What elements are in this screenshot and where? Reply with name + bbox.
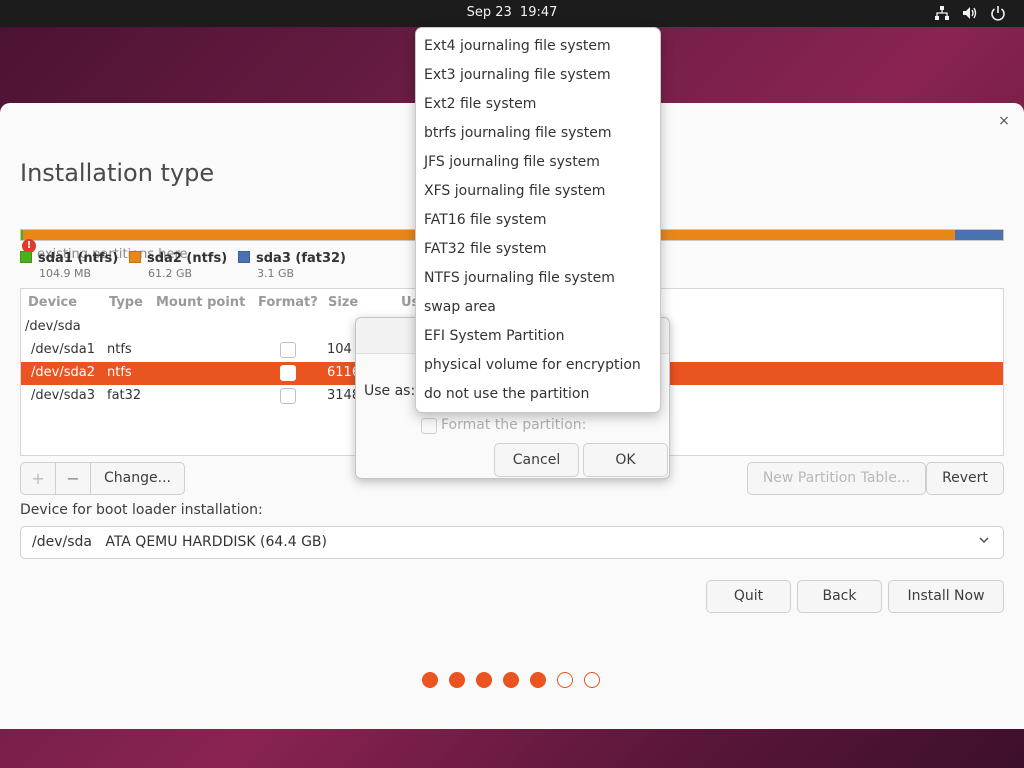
change-button[interactable]: Change... [90,462,185,495]
cell-device: /dev/sda1 [31,342,95,357]
cell-device: /dev/sda2 [31,365,95,380]
format-partition-checkbox[interactable] [421,418,437,434]
cell-size: 104 [327,342,352,357]
power-icon[interactable] [990,5,1006,21]
close-icon[interactable]: × [996,113,1012,129]
cell-type: fat32 [107,388,142,403]
menu-item-do-not-use[interactable]: do not use the partition [416,380,660,409]
revert-button[interactable]: Revert [926,462,1004,495]
menu-item-ntfs[interactable]: NTFS journaling file system [416,264,660,293]
new-partition-table-button[interactable]: New Partition Table... [747,462,926,495]
format-checkbox[interactable] [280,365,296,381]
format-checkbox[interactable] [280,388,296,404]
column-header-format[interactable]: Format? [258,295,318,310]
chevron-down-icon [979,537,989,544]
legend-size: 61.2 GB [148,267,193,280]
menu-item-ext4[interactable]: Ext4 journaling file system [416,32,660,61]
bootloader-label: Device for boot loader installation: [20,502,263,518]
progress-dot-pending [584,672,600,688]
legend-size: 104.9 MB [39,267,92,280]
progress-dot-complete [449,672,465,688]
legend-item-sda2: sda2 (ntfs) 61.2 GB [129,250,228,280]
progress-dot-complete [422,672,438,688]
remove-partition-button[interactable]: − [55,462,91,495]
use-as-dropdown-menu: Ext4 journaling file system Ext3 journal… [415,27,661,413]
menu-item-ext2[interactable]: Ext2 file system [416,90,660,119]
column-header-type[interactable]: Type [109,295,143,310]
menu-item-swap[interactable]: swap area [416,293,660,322]
clock-date: Sep 23 [466,5,512,20]
legend-item-sda1: sda1 (ntfs) 104.9 MB [20,250,119,280]
legend-size: 3.1 GB [257,267,295,280]
cancel-button[interactable]: Cancel [494,443,579,477]
column-header-size[interactable]: Size [328,295,358,310]
progress-dot-pending [557,672,573,688]
quit-button[interactable]: Quit [706,580,791,613]
menu-item-xfs[interactable]: XFS journaling file system [416,177,660,206]
column-header-device[interactable]: Device [28,295,77,310]
menu-item-fat32[interactable]: FAT32 file system [416,235,660,264]
device-group: /dev/sda [25,319,81,334]
cell-device: /dev/sda3 [31,388,95,403]
clock[interactable]: Sep 23 19:47 [0,5,1024,20]
menu-item-efi[interactable]: EFI System Partition [416,322,660,351]
legend-name: sda1 (ntfs) [38,251,119,266]
volume-icon[interactable] [962,5,978,21]
cell-type: ntfs [107,365,132,380]
menu-item-ext3[interactable]: Ext3 journaling file system [416,61,660,90]
menu-item-fat16[interactable]: FAT16 file system [416,206,660,235]
format-checkbox[interactable] [280,342,296,358]
menu-item-jfs[interactable]: JFS journaling file system [416,148,660,177]
progress-dot-complete [476,672,492,688]
cell-type: ntfs [107,342,132,357]
legend-name: sda3 (fat32) [256,251,347,266]
top-bar: Sep 23 19:47 [0,0,1024,27]
use-as-label: Use as: [364,383,416,399]
menu-item-encryption[interactable]: physical volume for encryption [416,351,660,380]
menu-item-btrfs[interactable]: btrfs journaling file system [416,119,660,148]
legend-swatch [20,251,32,263]
legend-swatch [129,251,141,263]
install-now-button[interactable]: Install Now [888,580,1004,613]
progress-dot-complete [530,672,546,688]
legend-item-sda3: sda3 (fat32) 3.1 GB [238,250,347,280]
network-icon[interactable] [934,5,950,21]
page-title: Installation type [20,159,215,187]
progress-dot-complete [503,672,519,688]
column-header-mount-point[interactable]: Mount point [156,295,245,310]
partition-bar-sda3 [955,230,1003,240]
bootloader-select[interactable]: /dev/sda ATA QEMU HARDDISK (64.4 GB) [20,526,1004,559]
back-button[interactable]: Back [797,580,882,613]
bootloader-value: /dev/sda ATA QEMU HARDDISK (64.4 GB) [32,534,327,550]
legend-swatch [238,251,250,263]
ok-button[interactable]: OK [583,443,668,477]
format-partition-label: Format the partition: [441,417,587,433]
legend-name: sda2 (ntfs) [147,251,228,266]
add-partition-button[interactable]: + [20,462,56,495]
clock-time: 19:47 [519,5,558,20]
